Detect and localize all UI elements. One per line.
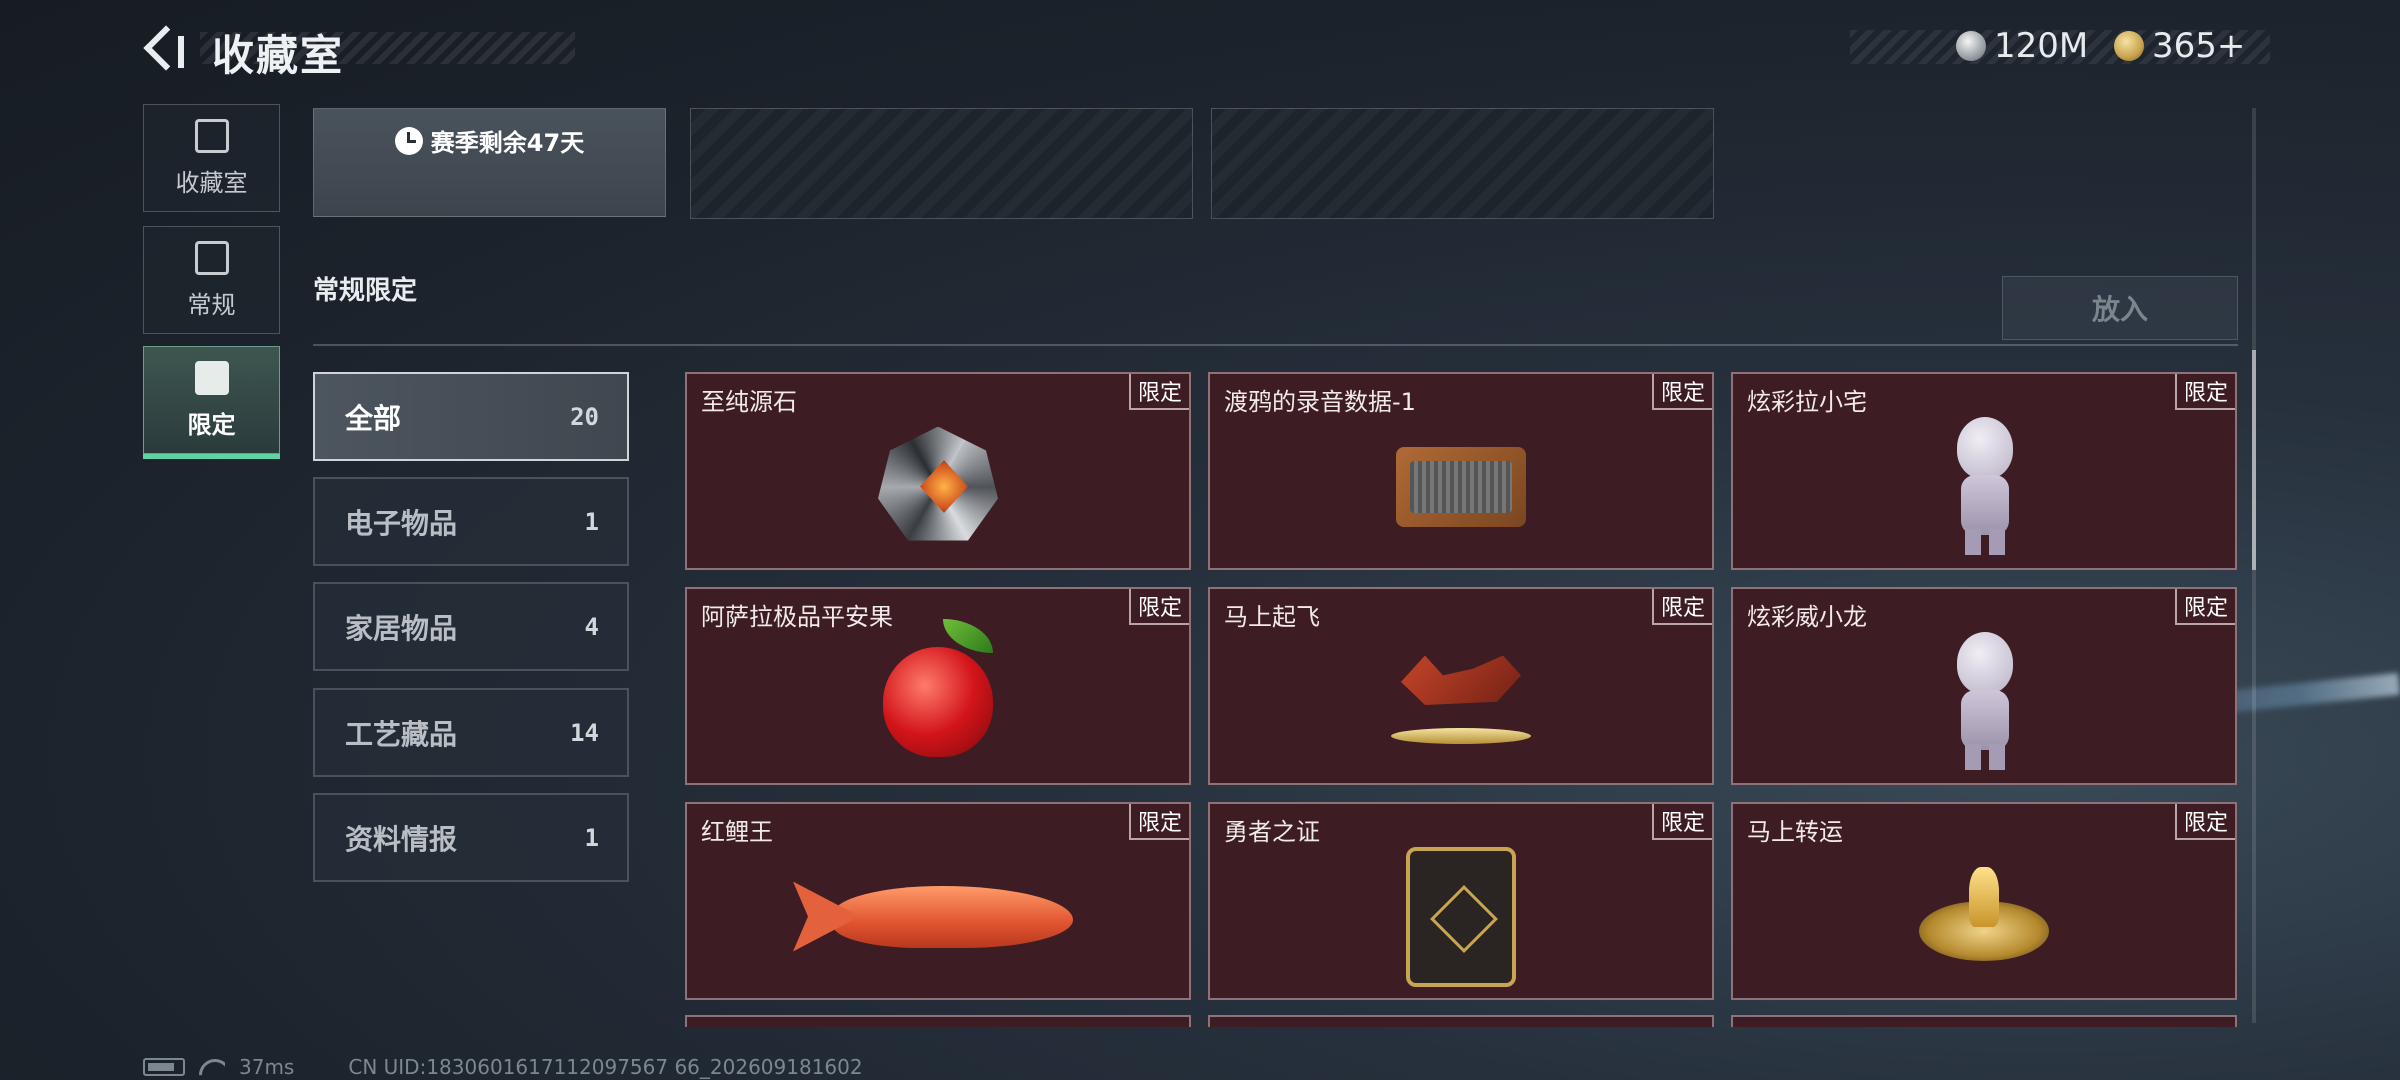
- gold-coin-icon: [2114, 31, 2144, 61]
- limited-tag: 限定: [2175, 804, 2235, 840]
- horse-statue-icon: [1391, 652, 1531, 752]
- dragon-figure-icon: [1949, 631, 2019, 772]
- currency-silver-value: 120M: [1994, 26, 2089, 66]
- limited-tag: 限定: [1652, 804, 1712, 840]
- wifi-icon: [199, 1057, 225, 1077]
- currency-gold: 365+: [2114, 26, 2245, 66]
- golden-wheel-icon: [1919, 866, 2049, 967]
- category-label: 电子物品: [345, 506, 458, 540]
- category-count: 4: [584, 612, 599, 641]
- display-slot[interactable]: [1211, 108, 1714, 219]
- limited-tag: 限定: [1652, 589, 1712, 625]
- nav-label: 限定: [187, 410, 236, 439]
- ping-value: 37ms: [239, 1055, 295, 1079]
- limited-icon: [194, 360, 229, 395]
- category-label: 全部: [345, 401, 402, 435]
- item-name: 炫彩拉小宅: [1747, 388, 1867, 416]
- item-card[interactable]: 马上起飞 限定: [1208, 587, 1714, 785]
- category-household[interactable]: 家居物品 4: [313, 582, 629, 671]
- limited-tag: 限定: [1129, 804, 1189, 840]
- limited-tag: 限定: [1129, 374, 1189, 410]
- category-electronics[interactable]: 电子物品 1: [313, 477, 629, 566]
- badge-card-icon: [1406, 846, 1516, 987]
- item-card-partial[interactable]: [1731, 1015, 2237, 1027]
- battery-icon: [143, 1058, 185, 1076]
- category-label: 工艺藏品: [345, 717, 458, 751]
- page-title: 收藏室: [212, 31, 345, 80]
- item-card[interactable]: 阿萨拉极品平安果 限定: [685, 587, 1191, 785]
- place-in-button[interactable]: 放入: [2002, 276, 2238, 340]
- uid-text: CN UID:1830601617112097567 66_2026091816…: [348, 1055, 863, 1079]
- season-remaining: 赛季剩余47天: [430, 129, 585, 157]
- nav-label: 常规: [187, 290, 236, 319]
- clock-icon: [394, 126, 423, 155]
- limited-tag: 限定: [1129, 589, 1189, 625]
- category-label: 资料情报: [345, 822, 458, 856]
- crystal-stone-icon: [878, 426, 998, 541]
- item-card[interactable]: 红鲤王 限定: [685, 802, 1191, 1000]
- item-card-partial[interactable]: [685, 1015, 1191, 1027]
- currency-silver: 120M: [1956, 26, 2088, 66]
- item-name: 马上起飞: [1224, 603, 1320, 631]
- item-name: 红鲤王: [701, 818, 773, 846]
- limited-tag: 限定: [2175, 374, 2235, 410]
- item-name: 阿萨拉极品平安果: [701, 603, 893, 631]
- limited-tag: 限定: [1652, 374, 1712, 410]
- carp-fish-icon: [793, 872, 1083, 962]
- currency-gold-value: 365+: [2152, 26, 2246, 66]
- display-slot[interactable]: [690, 108, 1193, 219]
- section-title: 常规限定: [313, 276, 418, 306]
- nav-item-limited[interactable]: 限定: [143, 346, 280, 459]
- limited-tag: 限定: [2175, 589, 2235, 625]
- apple-icon: [883, 618, 993, 757]
- collection-room-icon: [194, 118, 229, 153]
- back-arrow-icon[interactable]: [142, 24, 186, 72]
- item-card[interactable]: 至纯源石 限定: [685, 372, 1191, 570]
- cassette-tape-icon: [1396, 446, 1526, 527]
- item-card[interactable]: 渡鸦的录音数据-1 限定: [1208, 372, 1714, 570]
- doll-figure-icon: [1949, 416, 2019, 557]
- category-intel[interactable]: 资料情报 1: [313, 793, 629, 882]
- item-card[interactable]: 勇者之证 限定: [1208, 802, 1714, 1000]
- nav-item-collection-room[interactable]: 收藏室: [143, 104, 280, 212]
- item-name: 至纯源石: [701, 388, 797, 416]
- item-name: 炫彩威小龙: [1747, 603, 1867, 631]
- item-card-partial[interactable]: [1208, 1015, 1714, 1027]
- category-label: 家居物品: [345, 611, 458, 645]
- nav-item-regular[interactable]: 常规: [143, 226, 280, 334]
- category-count: 1: [584, 823, 599, 852]
- item-card[interactable]: 马上转运 限定: [1731, 802, 2237, 1000]
- category-count: 20: [570, 402, 599, 431]
- season-banner[interactable]: 赛季剩余47天: [313, 108, 666, 217]
- item-name: 马上转运: [1747, 818, 1843, 846]
- category-crafts[interactable]: 工艺藏品 14: [313, 688, 629, 777]
- item-card[interactable]: 炫彩威小龙 限定: [1731, 587, 2237, 785]
- item-name: 渡鸦的录音数据-1: [1224, 388, 1416, 416]
- item-name: 勇者之证: [1224, 818, 1320, 846]
- scrollbar-thumb[interactable]: [2252, 350, 2256, 570]
- status-bar: 37ms CN UID:1830601617112097567 66_20260…: [143, 1055, 863, 1079]
- category-count: 1: [584, 507, 599, 536]
- category-count: 14: [570, 718, 599, 747]
- item-card[interactable]: 炫彩拉小宅 限定: [1731, 372, 2237, 570]
- nav-label: 收藏室: [175, 168, 248, 197]
- category-all[interactable]: 全部 20: [313, 372, 629, 461]
- silver-coin-icon: [1956, 31, 1986, 61]
- regular-icon: [194, 240, 229, 275]
- section-divider: [313, 344, 2238, 346]
